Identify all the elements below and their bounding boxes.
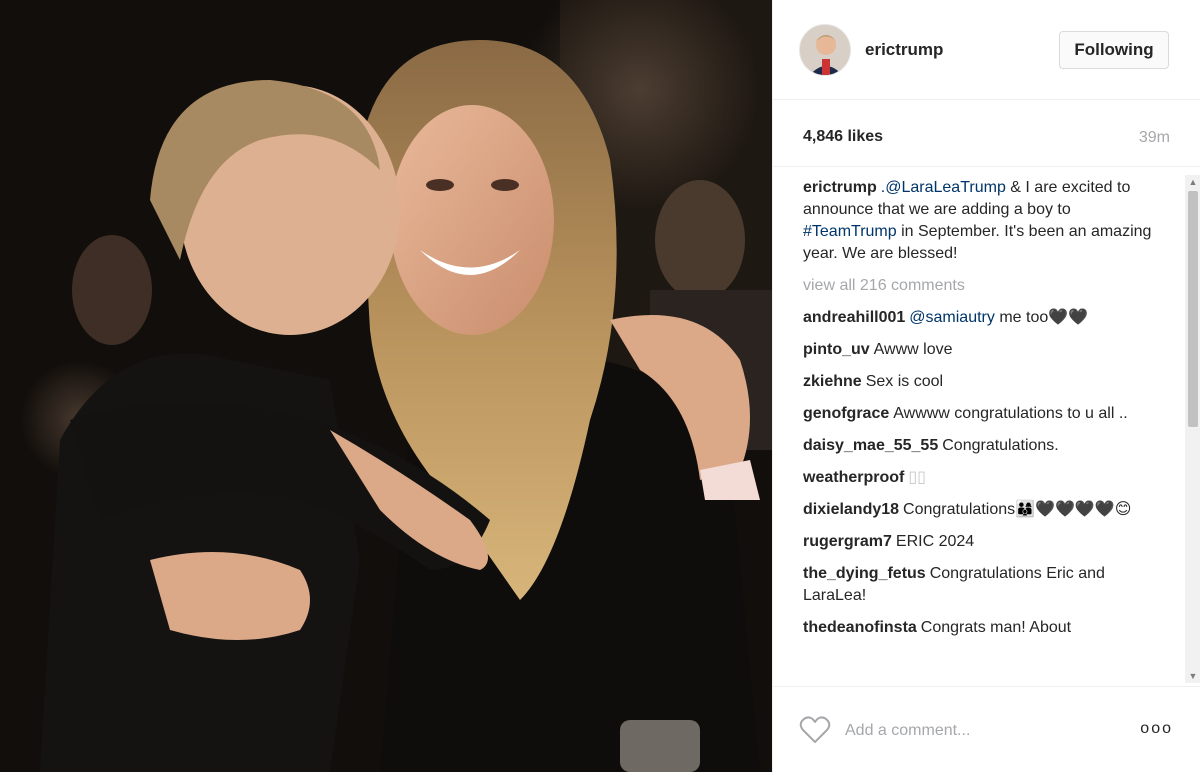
add-comment-input[interactable]: [843, 715, 1107, 747]
post-photo: [0, 0, 772, 772]
comment-item: daisy_mae_55_55 Congratulations.: [803, 435, 1163, 457]
comment-username[interactable]: rugergram7: [803, 533, 892, 550]
comments-list: erictrump .@LaraLeaTrump & I are excited …: [803, 177, 1163, 649]
comment-item: weatherproof ▯▯: [803, 467, 1163, 489]
comment-username[interactable]: daisy_mae_55_55: [803, 437, 938, 454]
comment-text: Congrats man! About: [920, 619, 1072, 636]
comment-item: rugergram7 ERIC 2024: [803, 531, 1163, 553]
comment-text: ERIC 2024: [895, 533, 975, 550]
couple-photo-illustration: [0, 0, 772, 772]
comment-username[interactable]: pinto_uv: [803, 341, 870, 358]
comment-username[interactable]: zkiehne: [803, 373, 862, 390]
post-username[interactable]: erictrump: [865, 40, 943, 60]
post-time[interactable]: 39m: [1139, 129, 1170, 147]
comment-username[interactable]: genofgrace: [803, 405, 889, 422]
comment-username[interactable]: andreahill001: [803, 309, 905, 326]
scroll-down-arrow-icon[interactable]: ▼: [1185, 669, 1200, 683]
comment-username[interactable]: thedeanofinsta: [803, 619, 917, 636]
post-header: erictrump Following: [773, 0, 1200, 100]
comment-item: thedeanofinsta Congrats man! About: [803, 617, 1163, 639]
caption-hashtag[interactable]: #TeamTrump: [803, 223, 897, 240]
comments-section: erictrump .@LaraLeaTrump & I are excited …: [773, 166, 1200, 686]
scroll-thumb[interactable]: [1188, 191, 1198, 427]
comment-text: Awwww congratulations to u all ..: [893, 405, 1128, 422]
comment-item: zkiehne Sex is cool: [803, 371, 1163, 393]
comment-item: dixielandy18 Congratulations👨‍👩‍👦🖤🖤🖤🖤😊: [803, 499, 1163, 521]
comment-text: Congratulations.: [942, 437, 1059, 454]
comment-username[interactable]: the_dying_fetus: [803, 565, 926, 582]
heart-icon[interactable]: [799, 715, 831, 745]
comment-text: Congratulations👨‍👩‍👦🖤🖤🖤🖤😊: [903, 501, 1132, 518]
caption-mention[interactable]: .@LaraLeaTrump: [881, 179, 1006, 196]
post-sidebar: erictrump Following 4,846 likes 39m eric…: [772, 0, 1200, 772]
comment-mention[interactable]: @samiautry: [909, 309, 995, 326]
avatar[interactable]: [799, 24, 851, 76]
comment-item: andreahill001 @samiautry me too🖤🖤: [803, 307, 1163, 329]
comment-text: me too🖤🖤: [994, 309, 1089, 326]
comment-username[interactable]: weatherproof: [803, 469, 904, 486]
comment-text: Awww love: [873, 341, 953, 358]
comment-text: ▯▯: [908, 469, 926, 486]
comment-item: genofgrace Awwww congratulations to u all…: [803, 403, 1163, 425]
caption: erictrump .@LaraLeaTrump & I are excited …: [803, 177, 1163, 265]
following-button[interactable]: Following: [1059, 31, 1169, 69]
more-options-icon[interactable]: ooo: [1140, 721, 1173, 737]
comment-username[interactable]: dixielandy18: [803, 501, 899, 518]
caption-username[interactable]: erictrump: [803, 179, 877, 196]
comment-item: pinto_uv Awww love: [803, 339, 1163, 361]
comment-footer: ooo: [773, 686, 1200, 772]
likes-count[interactable]: 4,846 likes: [803, 128, 883, 146]
avatar-image: [800, 25, 850, 75]
view-all-comments-link[interactable]: view all 216 comments: [803, 275, 1163, 297]
comment-item: the_dying_fetus Congratulations Eric and …: [803, 563, 1163, 607]
comment-text: Sex is cool: [865, 373, 944, 390]
scroll-up-arrow-icon[interactable]: ▲: [1185, 175, 1200, 189]
comments-scrollbar[interactable]: ▲ ▼: [1185, 175, 1200, 683]
